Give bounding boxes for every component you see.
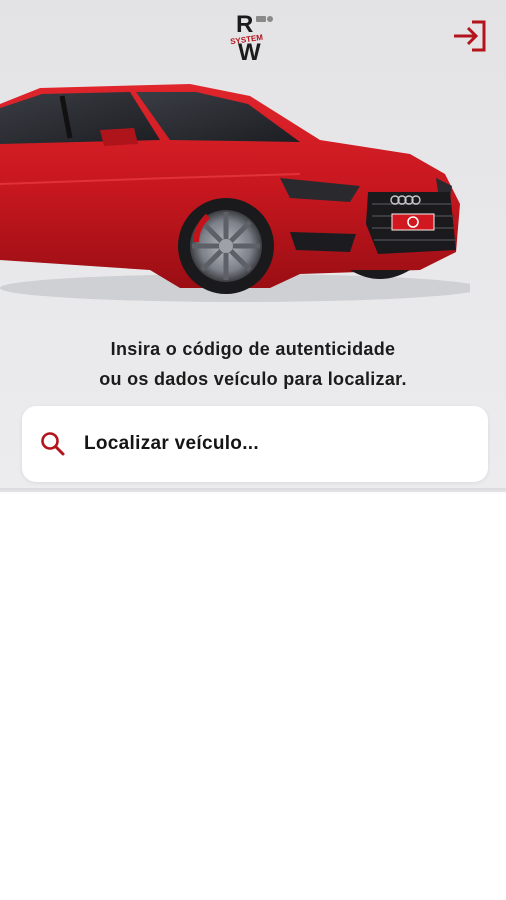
search-instructions: Insira o código de autenticidade ou os d…	[0, 334, 506, 394]
rw-system-logo: R W SYSTEM	[230, 11, 273, 64]
vehicle-search-bar[interactable]: Localizar veículo...	[22, 406, 488, 482]
instruction-line-2: ou os dados veículo para localizar.	[99, 369, 407, 389]
red-sedan-car	[0, 84, 470, 302]
hero-divider	[0, 488, 506, 494]
search-input[interactable]: Localizar veículo...	[84, 433, 259, 455]
search-icon	[41, 432, 65, 456]
logout-icon[interactable]	[452, 18, 488, 54]
instruction-line-1: Insira o código de autenticidade	[110, 339, 396, 359]
